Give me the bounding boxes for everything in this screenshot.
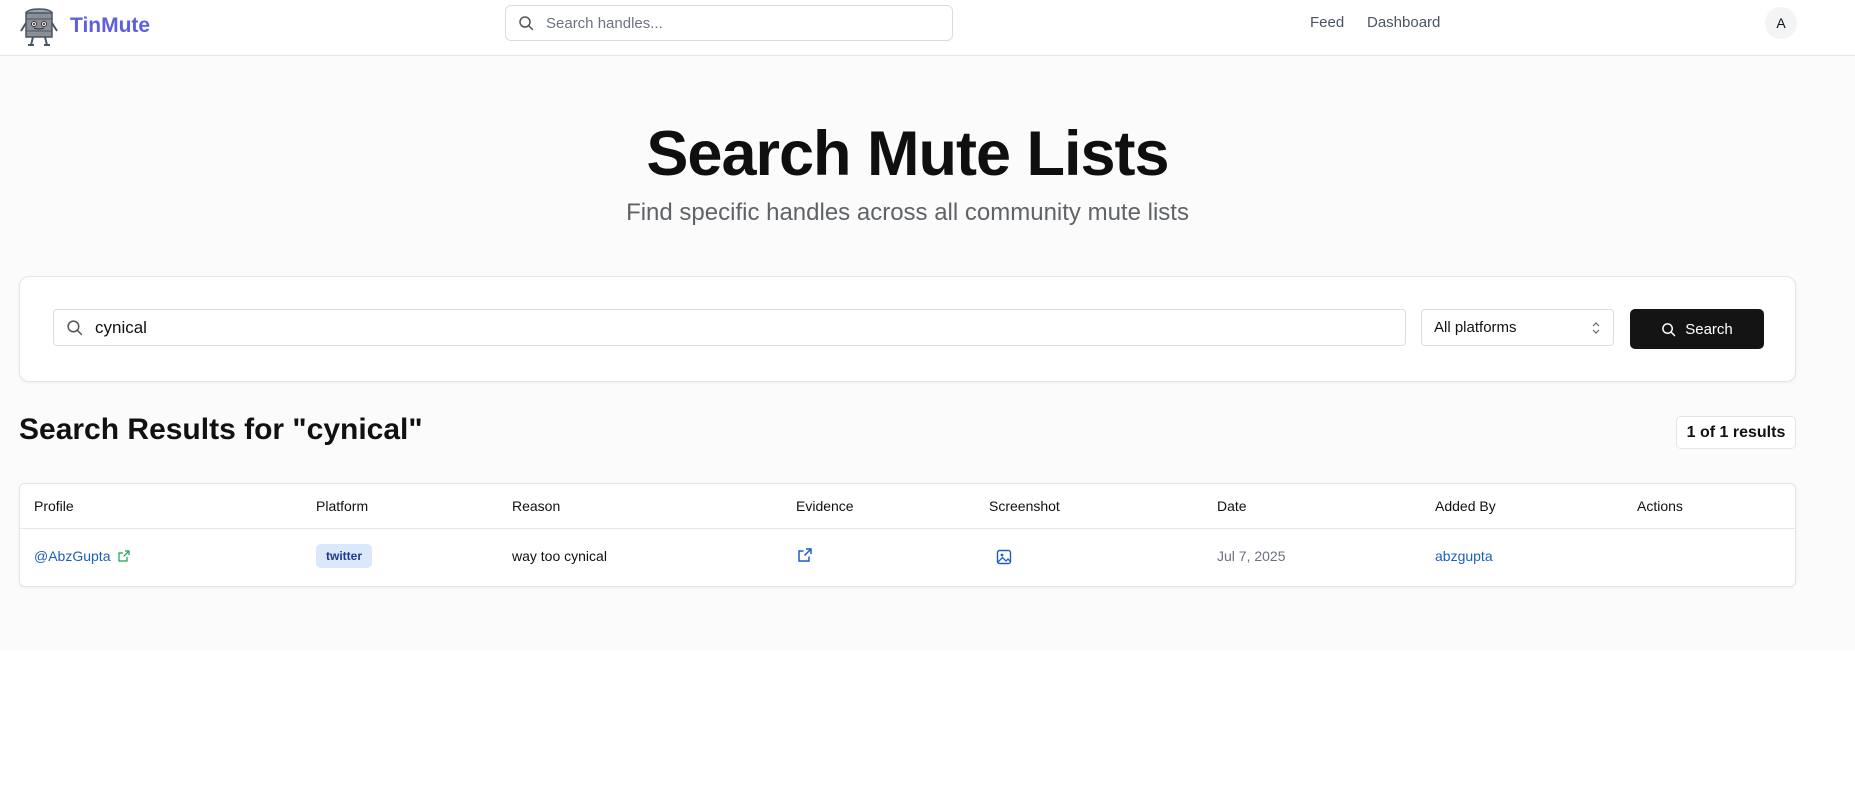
profile-handle: @AbzGupta [34,548,111,564]
column-header-reason: Reason [512,498,561,514]
nav-feed-link[interactable]: Feed [1310,14,1344,31]
tin-can-mascot-icon [20,8,58,46]
page-title: Search Mute Lists [646,119,1169,189]
handle-search-field[interactable] [53,309,1406,346]
column-header-actions: Actions [1637,498,1683,514]
page-subtitle: Find specific handles across all communi… [626,199,1189,226]
brand-name[interactable]: TinMute [70,14,150,38]
table-header: Profile Platform Reason Evidence Screens… [20,484,1795,529]
column-header-profile: Profile [34,498,74,514]
external-link-icon [118,550,131,562]
platform-select-value: All platforms [1434,319,1517,336]
image-icon[interactable] [996,549,1012,565]
added-by-link[interactable]: abzgupta [1435,548,1493,564]
search-icon [67,320,83,336]
search-icon [519,16,534,31]
header-search-input[interactable] [546,14,952,32]
profile-link[interactable]: @AbzGupta [34,548,131,564]
column-header-evidence: Evidence [796,498,854,514]
results-heading: Search Results for "cynical" [19,413,423,446]
platform-select[interactable]: All platforms [1421,309,1614,346]
handle-search-input[interactable] [95,317,1405,338]
platform-badge: twitter [316,544,372,568]
column-header-platform: Platform [316,498,369,514]
user-avatar[interactable]: A [1765,7,1797,39]
column-header-date: Date [1217,498,1247,514]
date-added: Jul 7, 2025 [1217,548,1286,564]
search-panel: All platforms Search [19,276,1796,382]
external-link-icon[interactable] [797,547,813,563]
search-button-label: Search [1685,320,1733,338]
column-header-screenshot: Screenshot [989,498,1060,514]
chevron-updown-icon [1592,321,1600,334]
column-header-added-by: Added By [1435,498,1496,514]
results-table: Profile Platform Reason Evidence Screens… [19,483,1796,587]
brand[interactable]: TinMute [20,3,150,49]
nav-dashboard-link[interactable]: Dashboard [1367,14,1440,31]
results-count-badge: 1 of 1 results [1676,416,1796,449]
search-icon [1662,322,1676,336]
top-navbar: TinMute Feed Dashboard A [0,0,1855,56]
reason-text: way too cynical [512,548,607,564]
table-row: @AbzGupta twitter way too cynical Jul 7,… [20,529,1795,586]
search-button[interactable]: Search [1630,309,1764,349]
header-search[interactable] [505,5,953,41]
